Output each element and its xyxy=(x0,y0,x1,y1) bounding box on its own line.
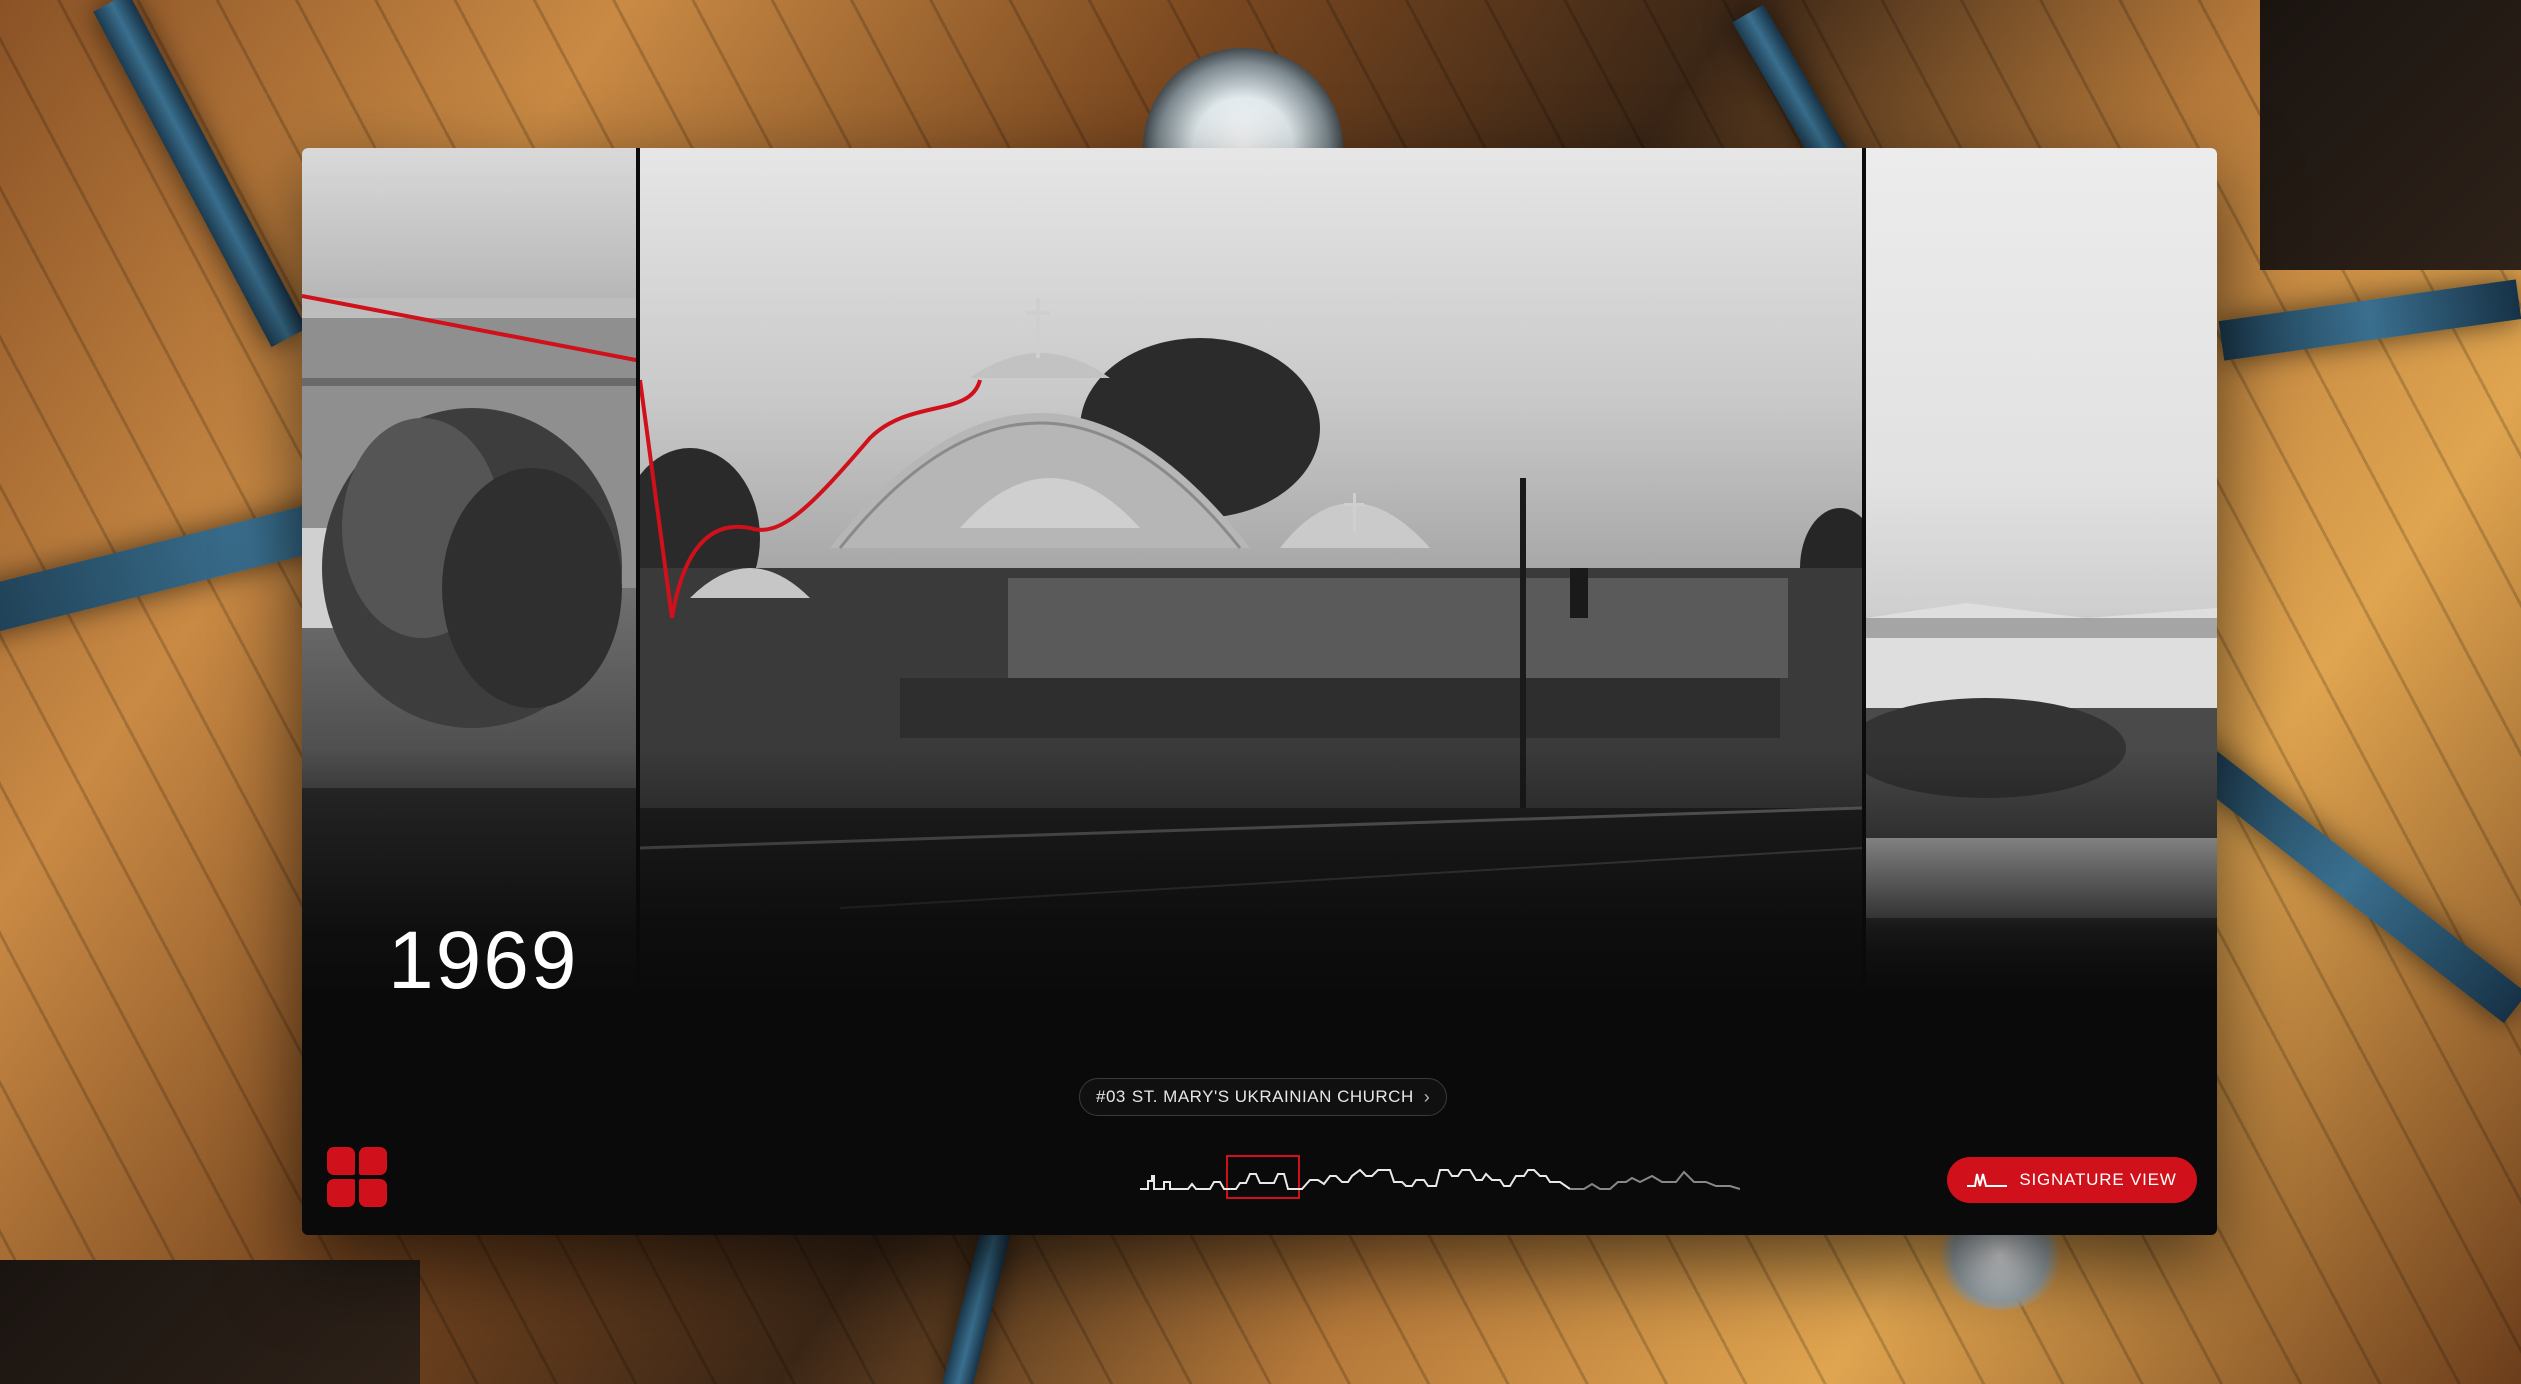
skyline-timeline[interactable] xyxy=(1140,1146,1740,1216)
grid-logo-icon[interactable] xyxy=(327,1147,387,1207)
signature-view-button[interactable]: SIGNATURE VIEW xyxy=(1947,1157,2197,1203)
beam xyxy=(93,0,307,348)
church-title-button[interactable]: #03 ST. MARY'S UKRAINIAN CHURCH › xyxy=(1079,1078,1448,1116)
beam xyxy=(2218,279,2521,361)
year-label: 1969 xyxy=(388,915,579,1006)
church-number: #03 xyxy=(1096,1087,1126,1106)
chevron-right-icon: › xyxy=(1423,1086,1431,1107)
viewer-card: 1969 #03 ST. MARY'S UKRAINIAN CHURCH › S… xyxy=(302,148,2217,1235)
beam xyxy=(939,1228,1011,1384)
timeline-selection xyxy=(1226,1155,1300,1199)
shadow-panel xyxy=(2260,0,2521,270)
signature-line-icon xyxy=(1967,1173,2008,1187)
photo-fade xyxy=(302,748,2217,1008)
beam xyxy=(2172,734,2521,1024)
ceiling-light xyxy=(1143,48,1343,158)
signature-view-label: SIGNATURE VIEW xyxy=(2019,1170,2177,1189)
church-name: ST. MARY'S UKRAINIAN CHURCH xyxy=(1131,1087,1414,1106)
shadow-panel xyxy=(0,1260,420,1384)
